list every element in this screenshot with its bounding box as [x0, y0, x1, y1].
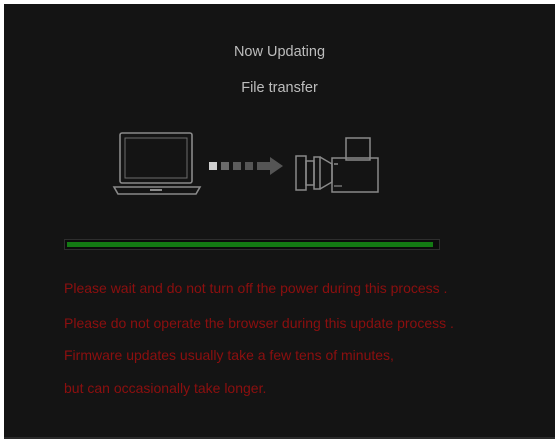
transfer-dot-1 — [209, 162, 217, 170]
warning-message-power: Please wait and do not turn off the powe… — [64, 280, 448, 296]
transfer-dot-4 — [245, 162, 253, 170]
update-progress-fill — [67, 242, 434, 247]
transfer-dot-2 — [221, 162, 229, 170]
update-subtitle: File transfer — [241, 80, 318, 96]
transfer-arrow-head — [270, 157, 283, 175]
video-camera-icon — [294, 134, 384, 196]
info-message-duration: Firmware updates usually take a few tens… — [64, 347, 394, 363]
laptop-icon — [110, 131, 204, 197]
warning-message-browser: Please do not operate the browser during… — [64, 315, 454, 331]
transfer-arrow-icon — [207, 154, 289, 178]
info-message-longer: but can occasionally take longer. — [64, 380, 267, 396]
transfer-dot-3 — [233, 162, 241, 170]
update-screen: Now Updating File transfer Please wait a… — [4, 4, 555, 439]
update-progress-bar — [64, 239, 440, 250]
update-title: Now Updating — [233, 44, 326, 60]
transfer-arrow-shaft — [257, 162, 271, 170]
